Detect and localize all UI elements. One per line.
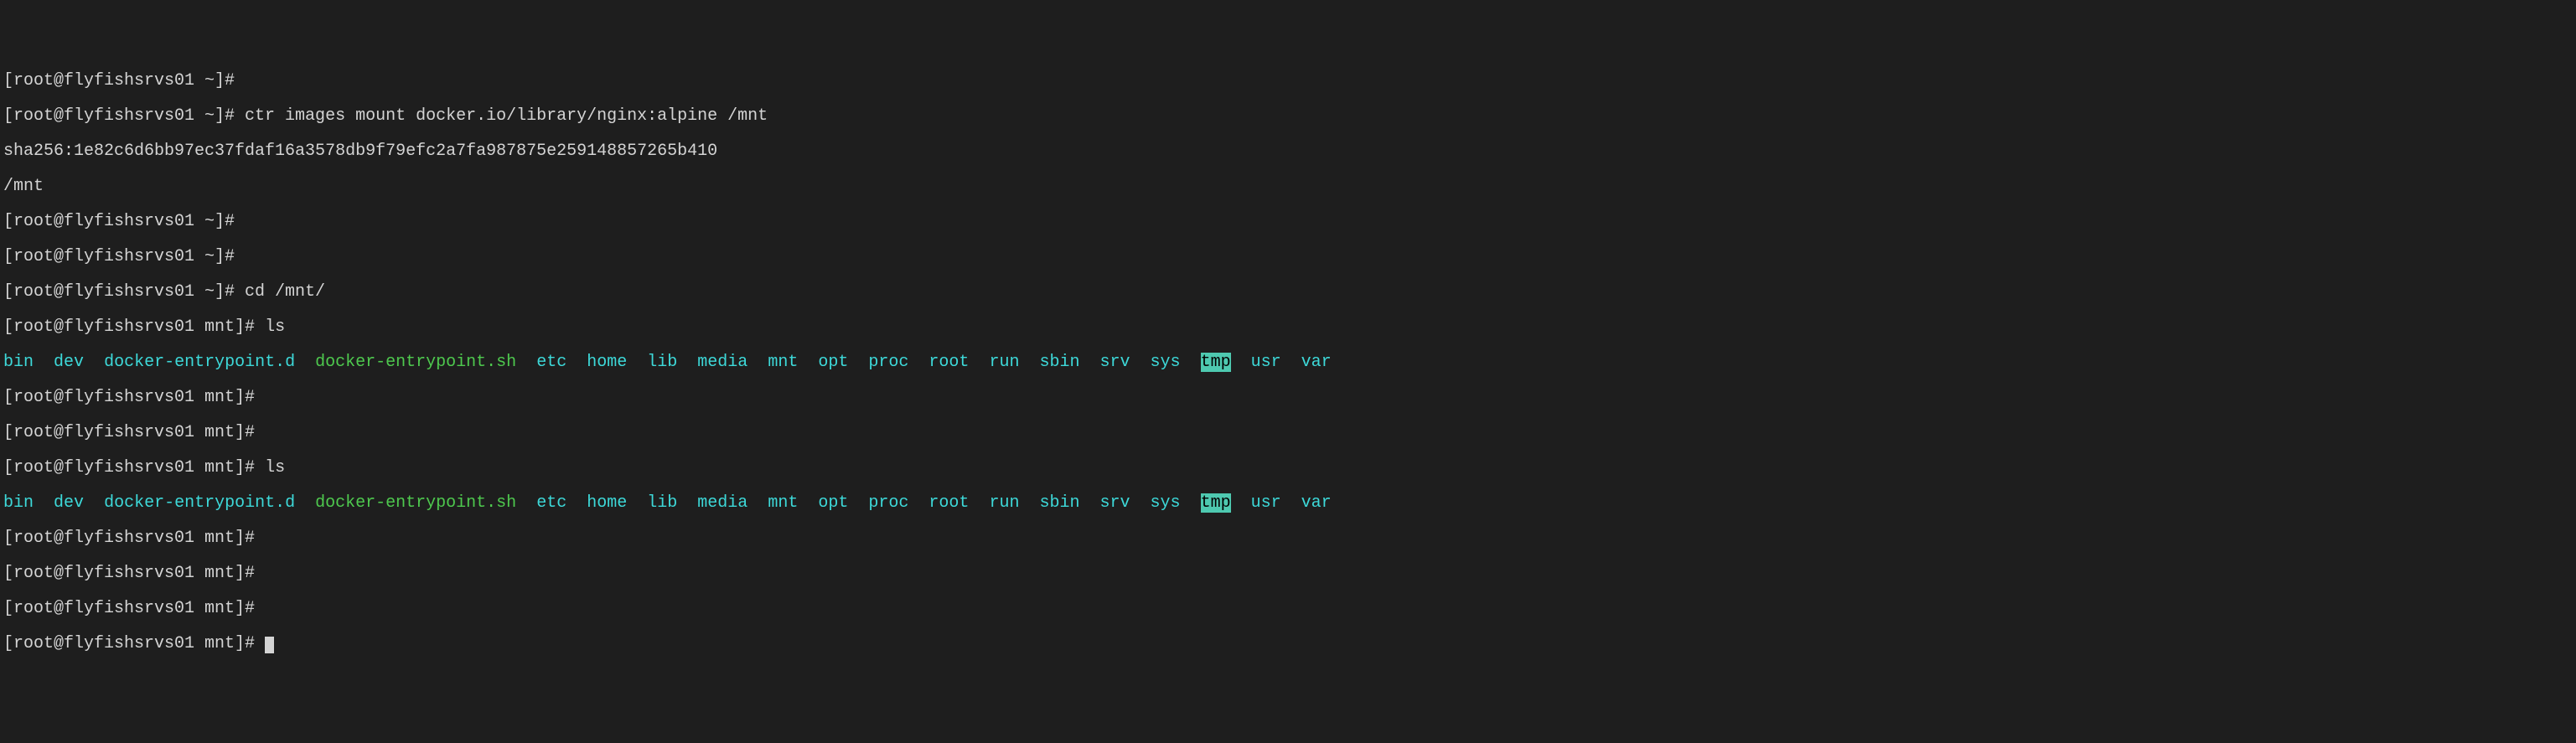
dir-tmp: tmp <box>1201 353 1231 372</box>
ls-output: bin dev docker-entrypoint.d docker-entry… <box>3 353 2573 371</box>
prompt: [root@flyfishsrvs01 mnt]# <box>3 634 265 653</box>
dir-media: media <box>697 353 747 372</box>
terminal-line: [root@flyfishsrvs01 ~]# <box>3 213 2573 230</box>
terminal-output: sha256:1e82c6d6bb97ec37fdaf16a3578db9f79… <box>3 142 2573 160</box>
terminal-line: [root@flyfishsrvs01 mnt]# <box>3 424 2573 441</box>
dir-dev: dev <box>54 493 84 513</box>
dir-root: root <box>928 353 969 372</box>
terminal-line: [root@flyfishsrvs01 ~]# <box>3 248 2573 266</box>
dir-home: home <box>587 493 627 513</box>
prompt: [root@flyfishsrvs01 mnt]# <box>3 388 255 407</box>
dir-dev: dev <box>54 353 84 372</box>
dir-etc: etc <box>536 353 566 372</box>
dir-tmp: tmp <box>1201 493 1231 513</box>
dir-etc: etc <box>536 493 566 513</box>
dir-usr: usr <box>1251 493 1281 513</box>
prompt: [root@flyfishsrvs01 ~]# <box>3 106 245 126</box>
ls-output: bin dev docker-entrypoint.d docker-entry… <box>3 494 2573 512</box>
dir-proc: proc <box>868 493 908 513</box>
terminal-line: [root@flyfishsrvs01 mnt]# <box>3 600 2573 617</box>
prompt: [root@flyfishsrvs01 mnt]# <box>3 317 265 337</box>
terminal-line[interactable]: [root@flyfishsrvs01 mnt]# <box>3 635 2573 653</box>
dir-docker-entrypoint-d: docker-entrypoint.d <box>104 493 295 513</box>
dir-home: home <box>587 353 627 372</box>
dir-sbin: sbin <box>1039 353 1079 372</box>
dir-mnt: mnt <box>768 493 798 513</box>
command-text: ls <box>265 458 285 477</box>
command-text: ctr images mount docker.io/library/nginx… <box>245 106 768 126</box>
dir-srv: srv <box>1100 493 1130 513</box>
terminal-output: /mnt <box>3 178 2573 195</box>
dir-sbin: sbin <box>1039 493 1079 513</box>
sha-output: sha256:1e82c6d6bb97ec37fdaf16a3578db9f79… <box>3 142 717 161</box>
dir-lib: lib <box>647 353 677 372</box>
cursor-icon[interactable] <box>265 637 274 653</box>
terminal-line: [root@flyfishsrvs01 mnt]# <box>3 389 2573 406</box>
dir-bin: bin <box>3 353 34 372</box>
mnt-output: /mnt <box>3 177 44 196</box>
terminal-line: [root@flyfishsrvs01 mnt]# <box>3 565 2573 582</box>
prompt: [root@flyfishsrvs01 ~]# <box>3 282 245 302</box>
command-text: cd /mnt/ <box>245 282 325 302</box>
file-docker-entrypoint-sh: docker-entrypoint.sh <box>315 353 516 372</box>
prompt: [root@flyfishsrvs01 ~]# <box>3 71 235 90</box>
prompt: [root@flyfishsrvs01 mnt]# <box>3 458 265 477</box>
file-docker-entrypoint-sh: docker-entrypoint.sh <box>315 493 516 513</box>
dir-var: var <box>1301 353 1332 372</box>
terminal-line: [root@flyfishsrvs01 mnt]# <box>3 529 2573 547</box>
terminal-line: [root@flyfishsrvs01 mnt]# ls <box>3 459 2573 477</box>
prompt: [root@flyfishsrvs01 mnt]# <box>3 529 255 548</box>
dir-run: run <box>989 493 1019 513</box>
dir-srv: srv <box>1100 353 1130 372</box>
dir-usr: usr <box>1251 353 1281 372</box>
dir-sys: sys <box>1151 353 1181 372</box>
prompt: [root@flyfishsrvs01 mnt]# <box>3 423 255 442</box>
command-text: ls <box>265 317 285 337</box>
prompt: [root@flyfishsrvs01 ~]# <box>3 247 235 266</box>
dir-sys: sys <box>1151 493 1181 513</box>
dir-media: media <box>697 493 747 513</box>
dir-proc: proc <box>868 353 908 372</box>
prompt: [root@flyfishsrvs01 mnt]# <box>3 599 255 618</box>
dir-run: run <box>989 353 1019 372</box>
terminal-line: [root@flyfishsrvs01 mnt]# ls <box>3 318 2573 336</box>
dir-opt: opt <box>818 353 848 372</box>
terminal-line: [root@flyfishsrvs01 ~]# <box>3 72 2573 90</box>
prompt: [root@flyfishsrvs01 ~]# <box>3 212 235 231</box>
dir-bin: bin <box>3 493 34 513</box>
terminal-line: [root@flyfishsrvs01 ~]# cd /mnt/ <box>3 283 2573 301</box>
dir-root: root <box>928 493 969 513</box>
dir-mnt: mnt <box>768 353 798 372</box>
dir-lib: lib <box>647 493 677 513</box>
dir-opt: opt <box>818 493 848 513</box>
dir-var: var <box>1301 493 1332 513</box>
dir-docker-entrypoint-d: docker-entrypoint.d <box>104 353 295 372</box>
terminal-line: [root@flyfishsrvs01 ~]# ctr images mount… <box>3 107 2573 125</box>
prompt: [root@flyfishsrvs01 mnt]# <box>3 564 255 583</box>
